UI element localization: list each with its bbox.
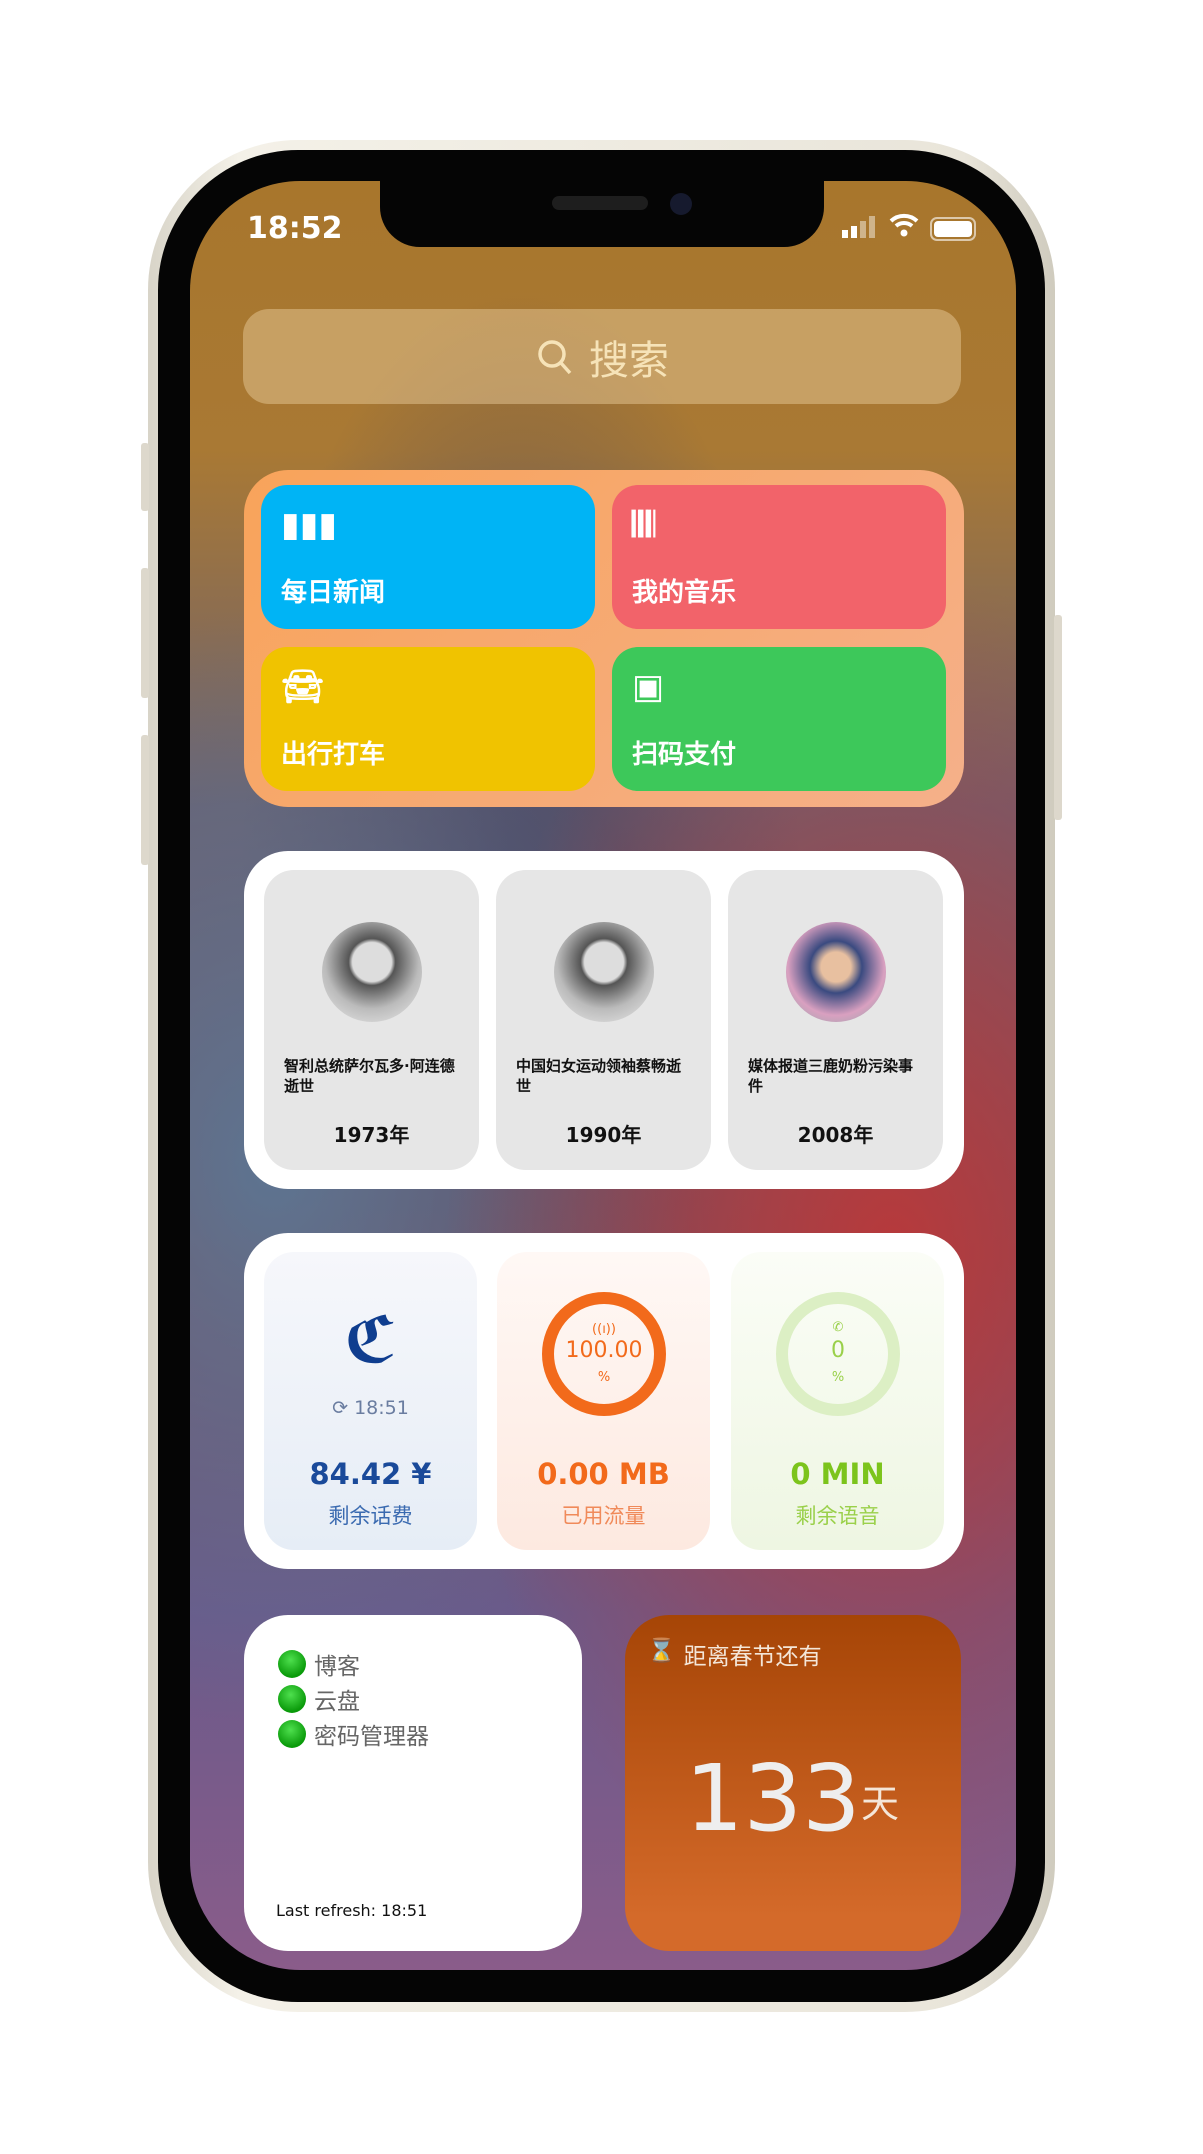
volume-down-button[interactable] bbox=[141, 735, 149, 865]
search-bar[interactable]: 搜索 bbox=[243, 309, 961, 404]
history-card[interactable]: 中国妇女运动领袖蔡畅逝世 1990年 bbox=[496, 870, 711, 1170]
data-usage-ring: ((ı)) 100.00 % bbox=[542, 1292, 666, 1416]
shortcut-my-music[interactable]: 𝄃𝄃𝄃 我的音乐 bbox=[612, 485, 946, 629]
portrait-image bbox=[322, 922, 422, 1022]
countdown-unit: 天 bbox=[861, 1782, 900, 1826]
battery-icon bbox=[930, 217, 976, 241]
bar-chart-icon: ▮▮▮ bbox=[281, 505, 338, 545]
front-camera bbox=[670, 193, 692, 215]
spring-festival-countdown-widget[interactable]: ⌛ 距离春节还有 133 天 bbox=[625, 1615, 961, 1951]
service-item: 博客 bbox=[278, 1647, 360, 1681]
status-online-icon bbox=[278, 1720, 306, 1748]
shortcuts-widget: ▮▮▮ 每日新闻 𝄃𝄃𝄃 我的音乐 🚘︎ 出行打车 ▣ 扫码支付 bbox=[244, 470, 964, 807]
history-card[interactable]: 智利总统萨尔瓦多·阿连德逝世 1973年 bbox=[264, 870, 479, 1170]
wifi-icon bbox=[889, 212, 919, 245]
portrait-image bbox=[554, 922, 654, 1022]
qr-code-icon: ▣ bbox=[632, 667, 665, 707]
data-usage-card[interactable]: ((ı)) 100.00 % 0.00 MB 已用流量 bbox=[497, 1252, 710, 1550]
shortcut-scan-pay[interactable]: ▣ 扫码支付 bbox=[612, 647, 946, 791]
refresh-icon: ⟳ bbox=[332, 1397, 355, 1419]
status-online-icon bbox=[278, 1650, 306, 1678]
shortcut-taxi[interactable]: 🚘︎ 出行打车 bbox=[261, 647, 595, 791]
history-card[interactable]: 媒体报道三鹿奶粉污染事件 2008年 bbox=[728, 870, 943, 1170]
voice-card[interactable]: ✆ 0 % 0 MIN 剩余语音 bbox=[731, 1252, 944, 1550]
signal-icon bbox=[842, 216, 875, 238]
history-today-widget: 智利总统萨尔瓦多·阿连德逝世 1973年 中国妇女运动领袖蔡畅逝世 1990年 媒体… bbox=[244, 851, 964, 1189]
news-photo bbox=[786, 922, 886, 1022]
power-button[interactable] bbox=[1054, 615, 1062, 820]
volume-up-button[interactable] bbox=[141, 568, 149, 698]
service-item: 密码管理器 bbox=[278, 1717, 429, 1751]
hourglass-icon: ⌛ bbox=[647, 1638, 676, 1664]
telecom-widget: ℭ ⟳ 18:51 84.42 ¥ 剩余话费 ((ı)) 100.00 % 0.… bbox=[244, 1233, 964, 1569]
voice-ring: ✆ 0 % bbox=[776, 1292, 900, 1416]
phone-icon: ✆ bbox=[832, 1320, 844, 1335]
status-online-icon bbox=[278, 1685, 306, 1713]
balance-card[interactable]: ℭ ⟳ 18:51 84.42 ¥ 剩余话费 bbox=[264, 1252, 477, 1550]
notch bbox=[380, 181, 824, 247]
service-item: 云盘 bbox=[278, 1682, 360, 1716]
search-icon bbox=[538, 339, 572, 374]
status-time: 18:52 bbox=[247, 211, 343, 246]
antenna-icon: ((ı)) bbox=[592, 1322, 616, 1337]
mute-switch[interactable] bbox=[141, 443, 149, 511]
china-telecom-logo: ℭ bbox=[344, 1304, 397, 1378]
countdown-days: 133 bbox=[685, 1745, 861, 1852]
last-refresh: Last refresh: 18:51 bbox=[276, 1901, 428, 1920]
shortcut-daily-news[interactable]: ▮▮▮ 每日新闻 bbox=[261, 485, 595, 629]
search-placeholder: 搜索 bbox=[589, 337, 669, 384]
car-icon: 🚘︎ bbox=[281, 667, 325, 707]
service-status-widget[interactable]: 博客 云盘 密码管理器 Last refresh: 18:51 bbox=[244, 1615, 582, 1951]
waveform-icon: 𝄃𝄃𝄃 bbox=[632, 505, 655, 545]
speaker bbox=[552, 196, 648, 210]
